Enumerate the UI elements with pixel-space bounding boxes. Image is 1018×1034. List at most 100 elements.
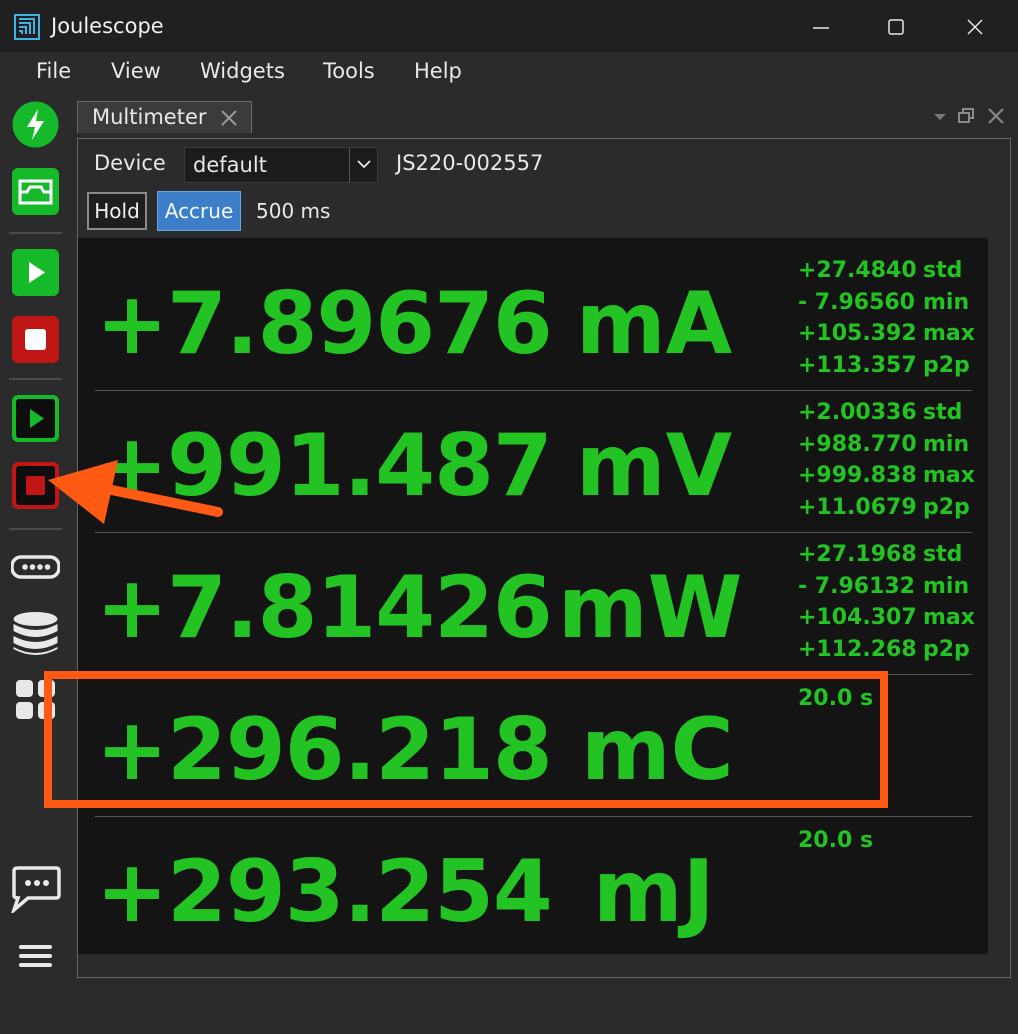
stat-name: min (923, 431, 970, 457)
sidebar-widgets-button[interactable] (11, 676, 60, 725)
sidebar-separator (9, 378, 62, 380)
dock-close-icon[interactable] (986, 106, 1006, 126)
maximize-icon (888, 19, 904, 35)
joulescope-logo-icon (14, 14, 40, 40)
power-value: +7.81426 (96, 558, 553, 658)
sidebar-menu-button[interactable] (11, 934, 60, 983)
sidebar-chat-button[interactable] (10, 861, 62, 916)
stat-name: min (923, 289, 970, 315)
stat-value: - 7.96560 (798, 289, 915, 315)
voltage-row: +991.487 mV +2.00336 std +988.770 min +999… (78, 380, 988, 522)
menu-help[interactable]: Help (414, 59, 462, 83)
charge-value: +296.218 (96, 700, 553, 800)
sidebar-stop-button[interactable] (11, 315, 60, 364)
stat-line: - 7.96132 min (798, 574, 988, 606)
minimize-button[interactable] (796, 8, 846, 46)
sidebar-play-button[interactable] (11, 248, 60, 297)
menu-file[interactable]: File (36, 59, 71, 83)
stat-value: - 7.96132 (798, 573, 915, 599)
dock-float-icon[interactable] (956, 106, 976, 126)
stat-name: p2p (923, 494, 970, 520)
stat-line: +988.770 min (798, 432, 988, 464)
current-value: +7.89676 (96, 274, 553, 374)
close-window-button[interactable] (950, 8, 1000, 46)
charge-row: +296.218 mC 20.0 s (78, 664, 988, 806)
play-icon (12, 249, 59, 296)
chat-icon (10, 866, 61, 916)
energy-value: +293.254 (96, 842, 553, 942)
device-select[interactable]: default (184, 147, 378, 183)
energy-unit: mJ (593, 842, 715, 942)
readout-area: +7.89676 mA +27.4840 std - 7.96560 min +10… (78, 238, 988, 954)
hold-button[interactable]: Hold (87, 192, 147, 230)
device-icon (10, 555, 61, 579)
sidebar-power-button[interactable] (11, 100, 60, 149)
stat-line: - 7.96560 min (798, 290, 988, 322)
device-serial: JS220-002557 (396, 151, 544, 175)
stat-name: p2p (923, 352, 970, 378)
sidebar-record-play-button[interactable] (11, 394, 60, 443)
menu-tools[interactable]: Tools (323, 59, 375, 83)
window-title: Joulescope (51, 14, 164, 38)
stat-line: +999.838 max (798, 463, 988, 495)
interval-label: 500 ms (256, 199, 331, 223)
title-bar: Joulescope (0, 0, 1018, 52)
lightning-icon (12, 101, 59, 148)
stat-line: +27.4840 std (798, 258, 988, 290)
sidebar-separator (9, 528, 62, 530)
voltage-stats: +2.00336 std +988.770 min +999.838 max +11.… (798, 400, 988, 526)
sidebar-database-button[interactable] (11, 609, 60, 658)
stat-value: +27.1968 (798, 542, 917, 567)
dock-menu-chevron-icon[interactable] (930, 106, 950, 126)
stat-line: +27.1968 std (798, 542, 988, 574)
stat-name: p2p (923, 636, 970, 662)
close-icon (967, 19, 983, 35)
sidebar-record-stop-button[interactable] (11, 461, 60, 510)
accrue-button[interactable]: Accrue (157, 191, 241, 231)
record-stop-icon (12, 462, 59, 509)
stat-name: std (923, 542, 963, 567)
tab-multimeter[interactable]: Multimeter (77, 101, 252, 133)
energy-duration: 20.0 s (798, 828, 874, 853)
stat-value: +112.268 (798, 636, 917, 662)
tab-close-icon[interactable] (220, 109, 238, 127)
menu-widgets[interactable]: Widgets (200, 59, 285, 83)
sidebar (0, 92, 72, 1034)
stop-icon (12, 316, 59, 363)
tab-label: Multimeter (92, 105, 207, 129)
stat-name: std (923, 400, 963, 425)
power-unit: mW (558, 558, 743, 658)
sidebar-separator (9, 232, 62, 234)
charge-unit: mC (581, 700, 734, 800)
power-stats: +27.1968 std - 7.96132 min +104.307 max +11… (798, 542, 988, 668)
device-select-value: default (193, 153, 267, 177)
chevron-down-icon (357, 160, 371, 169)
sidebar-sensor-button[interactable] (11, 167, 60, 216)
stat-name: max (923, 463, 975, 488)
stat-value: +27.4840 (798, 258, 917, 283)
current-row: +7.89676 mA +27.4840 std - 7.96560 min +10… (78, 238, 988, 380)
energy-row: +293.254 mJ 20.0 s (78, 806, 988, 948)
voltage-unit: mV (576, 416, 733, 516)
dock-area: Multimeter Device default JS220-002557 H… (72, 92, 1018, 1034)
sensor-icon (12, 168, 59, 215)
sidebar-device-button[interactable] (10, 542, 61, 591)
menu-view[interactable]: View (111, 59, 161, 83)
charge-duration: 20.0 s (798, 686, 874, 711)
current-unit: mA (576, 274, 733, 374)
stat-value: +113.357 (798, 352, 917, 378)
stat-value: +2.00336 (798, 400, 917, 425)
multimeter-panel: Device default JS220-002557 Hold Accrue … (77, 138, 1011, 978)
voltage-value: +991.487 (96, 416, 553, 516)
stat-name: min (923, 573, 970, 599)
stat-name: std (923, 258, 963, 283)
menu-icon (19, 945, 52, 967)
stat-value: +11.0679 (798, 494, 917, 520)
widgets-icon (16, 680, 55, 719)
stat-value: +105.392 (798, 321, 917, 346)
stat-line: +104.307 max (798, 605, 988, 637)
power-row: +7.81426 mW +27.1968 std - 7.96132 min +10… (78, 522, 988, 664)
stat-name: max (923, 321, 975, 346)
device-select-arrow[interactable] (349, 148, 377, 182)
maximize-button[interactable] (870, 8, 920, 46)
